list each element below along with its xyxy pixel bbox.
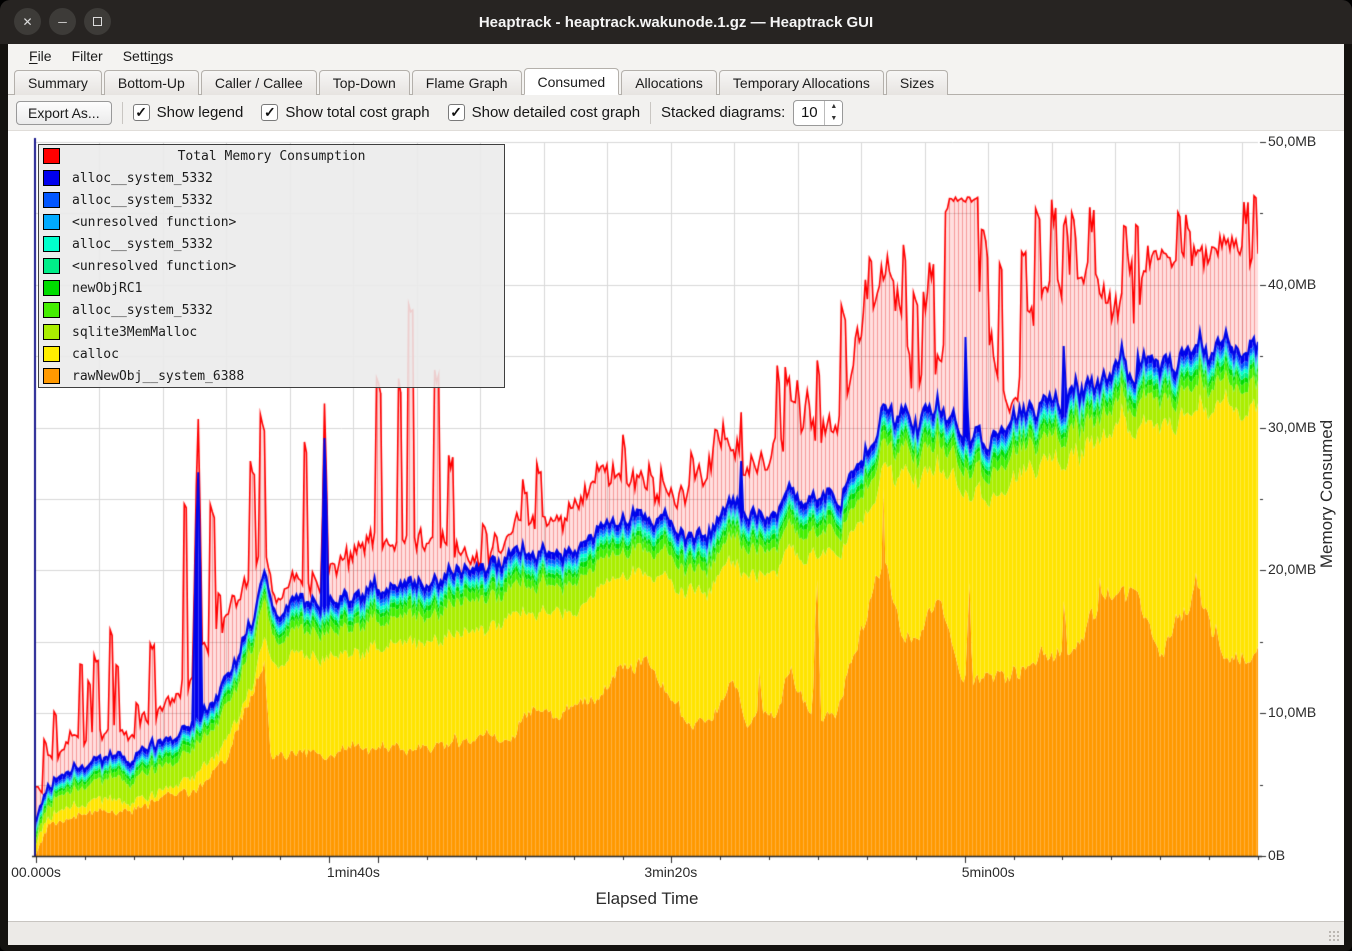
- legend-label: rawNewObj__system_6388: [72, 369, 244, 384]
- legend-item: <unresolved function>: [39, 211, 504, 233]
- legend-item: rawNewObj__system_6388: [39, 365, 504, 387]
- legend-swatch-0: [43, 170, 60, 186]
- legend-swatch-9: [43, 368, 60, 384]
- y-tick-label: 50,0MB: [1268, 133, 1316, 149]
- tab-summary[interactable]: Summary: [14, 70, 102, 95]
- legend-item: calloc: [39, 343, 504, 365]
- legend-label: sqlite3MemMalloc: [72, 325, 197, 340]
- checkmark-icon: ✓: [133, 104, 150, 121]
- x-tick-label: 00.000s: [11, 864, 61, 880]
- stacked-diagrams-value: 10: [794, 101, 824, 125]
- legend-item: alloc__system_5332: [39, 189, 504, 211]
- toolbar: Export As... ✓ Show legend ✓ Show total cos…: [8, 95, 1344, 131]
- checkbox-label: Show legend: [157, 104, 244, 121]
- spinbox-up-arrow-icon[interactable]: ▲: [825, 101, 842, 113]
- legend-swatch-3: [43, 236, 60, 252]
- status-bar: [8, 921, 1344, 945]
- menu-bar: FileFilterSettings: [8, 44, 1344, 68]
- menu-settings[interactable]: Settings: [114, 46, 183, 66]
- legend-item: newObjRC1: [39, 277, 504, 299]
- legend-label: <unresolved function>: [72, 259, 236, 274]
- legend-swatch-5: [43, 280, 60, 296]
- checkmark-icon: ✓: [448, 104, 465, 121]
- x-tick-label: 5min00s: [962, 864, 1015, 880]
- spinbox-down-arrow-icon[interactable]: ▼: [825, 113, 842, 125]
- heaptrack-window: ✕ ─ Heaptrack - heaptrack.wakunode.1.gz …: [0, 0, 1352, 951]
- legend-title: Total Memory Consumption: [39, 149, 504, 164]
- x-tick-label: 3min20s: [644, 864, 697, 880]
- toolbar-separator: [122, 102, 123, 124]
- x-axis-title: Elapsed Time: [596, 889, 699, 909]
- y-tick-label: 20,0MB: [1268, 561, 1316, 577]
- tab-bar: SummaryBottom-UpCaller / CalleeTop-DownF…: [8, 68, 1344, 95]
- legend-label: newObjRC1: [72, 281, 142, 296]
- legend-swatch-2: [43, 214, 60, 230]
- tab-consumed[interactable]: Consumed: [524, 68, 620, 95]
- chart-legend: Total Memory Consumption alloc__system_53…: [38, 144, 505, 388]
- stacked-diagrams-label: Stacked diagrams:: [661, 104, 785, 121]
- window-title: Heaptrack - heaptrack.wakunode.1.gz — He…: [479, 14, 873, 31]
- legend-item: sqlite3MemMalloc: [39, 321, 504, 343]
- maximize-button[interactable]: [84, 8, 111, 35]
- menu-filter[interactable]: Filter: [63, 46, 112, 66]
- checkbox-show-detailed-cost-graph[interactable]: ✓ Show detailed cost graph: [448, 104, 640, 121]
- legend-label: alloc__system_5332: [72, 171, 213, 186]
- tab-top-down[interactable]: Top-Down: [319, 70, 410, 95]
- checkmark-icon: ✓: [261, 104, 278, 121]
- legend-label: calloc: [72, 347, 119, 362]
- tab-allocations[interactable]: Allocations: [621, 70, 717, 95]
- y-tick-label: 0B: [1268, 847, 1285, 863]
- menu-file[interactable]: File: [20, 46, 61, 66]
- legend-item: alloc__system_5332: [39, 167, 504, 189]
- chart-area: Total Memory Consumption alloc__system_53…: [8, 131, 1344, 921]
- y-tick-label: 30,0MB: [1268, 419, 1316, 435]
- tab-caller-callee[interactable]: Caller / Callee: [201, 70, 317, 95]
- legend-item: <unresolved function>: [39, 255, 504, 277]
- legend-title-row: Total Memory Consumption: [39, 145, 504, 167]
- legend-label: alloc__system_5332: [72, 237, 213, 252]
- checkbox-show-legend[interactable]: ✓ Show legend: [133, 104, 244, 121]
- title-bar[interactable]: ✕ ─ Heaptrack - heaptrack.wakunode.1.gz …: [0, 0, 1352, 44]
- legend-label: <unresolved function>: [72, 215, 236, 230]
- close-button[interactable]: ✕: [14, 8, 41, 35]
- tab-flame-graph[interactable]: Flame Graph: [412, 70, 522, 95]
- legend-label: alloc__system_5332: [72, 303, 213, 318]
- legend-swatch-1: [43, 192, 60, 208]
- legend-swatch-8: [43, 346, 60, 362]
- minimize-button[interactable]: ─: [49, 8, 76, 35]
- stacked-diagrams-spinbox[interactable]: 10 ▲ ▼: [793, 100, 843, 126]
- y-tick-label: 40,0MB: [1268, 276, 1316, 292]
- legend-swatch-7: [43, 324, 60, 340]
- resize-grip-icon[interactable]: [1328, 930, 1340, 942]
- maximize-icon: [93, 17, 102, 26]
- y-axis-title: Memory Consumed: [1310, 131, 1344, 857]
- tab-temporary-allocations[interactable]: Temporary Allocations: [719, 70, 884, 95]
- export-as-button[interactable]: Export As...: [16, 101, 112, 125]
- legend-item: alloc__system_5332: [39, 299, 504, 321]
- legend-swatch-4: [43, 258, 60, 274]
- checkbox-label: Show total cost graph: [285, 104, 429, 121]
- legend-label: alloc__system_5332: [72, 193, 213, 208]
- x-tick-label: 1min40s: [327, 864, 380, 880]
- legend-item: alloc__system_5332: [39, 233, 504, 255]
- y-tick-label: 10,0MB: [1268, 704, 1316, 720]
- checkbox-show-total-cost-graph[interactable]: ✓ Show total cost graph: [261, 104, 429, 121]
- toolbar-separator: [650, 102, 651, 124]
- checkbox-label: Show detailed cost graph: [472, 104, 640, 121]
- tab-sizes[interactable]: Sizes: [886, 70, 948, 95]
- tab-bottom-up[interactable]: Bottom-Up: [104, 70, 199, 95]
- legend-swatch-6: [43, 302, 60, 318]
